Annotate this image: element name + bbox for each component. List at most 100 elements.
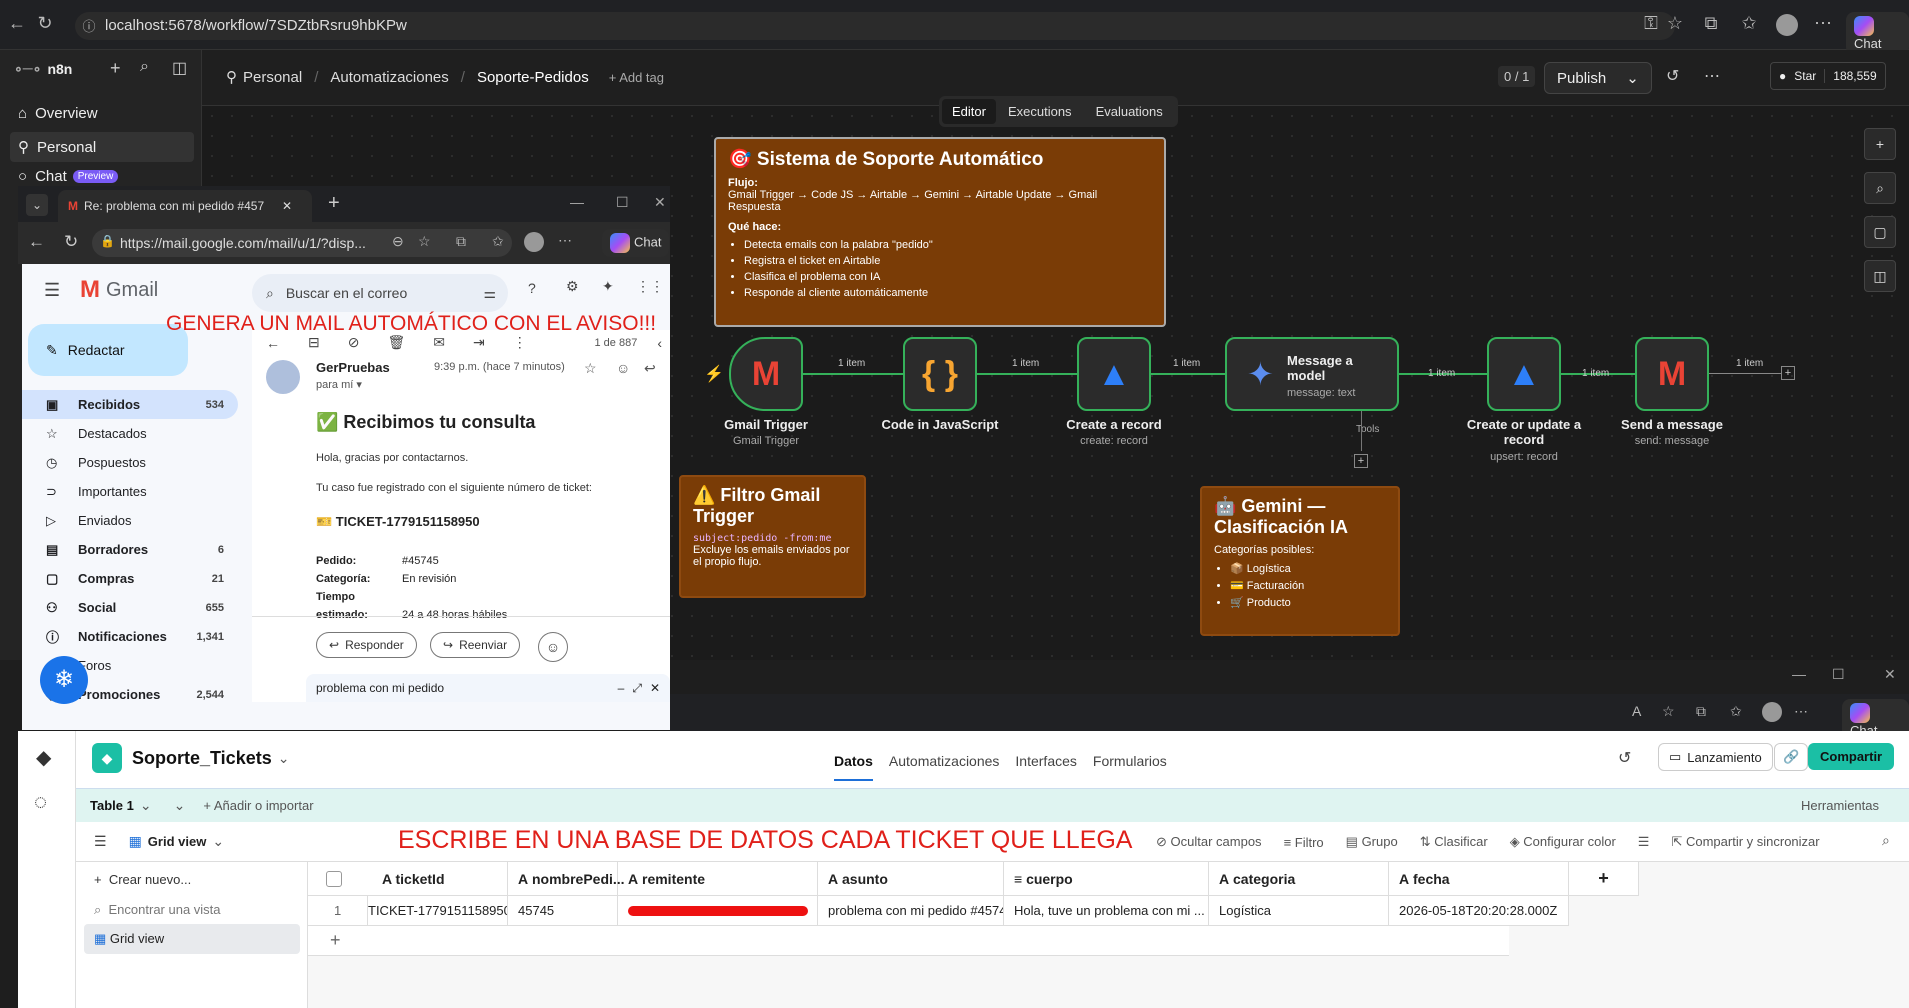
chevron-left-icon[interactable]: ‹ (657, 335, 662, 351)
reply-icon[interactable]: ↩ (644, 360, 656, 377)
draft-window[interactable]: problema con mi pedido ‒ ⤢ ✕ (306, 674, 670, 702)
folder-purchases[interactable]: ▢ Compras 21 (22, 564, 238, 593)
share-sync-button[interactable]: ⇱ Compartir y sincronizar (1671, 834, 1819, 850)
history-icon[interactable]: ↺ (1666, 66, 1679, 86)
tab-interfaces[interactable]: Interfaces (1015, 753, 1076, 781)
favorites-icon[interactable]: ✩ (1738, 13, 1760, 34)
redacted-cell[interactable] (618, 895, 818, 926)
airtable-home-icon[interactable]: ◆ (36, 745, 51, 770)
gemini-icon[interactable]: ✦ (602, 278, 614, 295)
add-icon[interactable]: + (110, 58, 121, 79)
reply-button[interactable]: ↩ Responder (316, 632, 417, 658)
column-header[interactable]: A categoria (1209, 861, 1389, 896)
search-icon[interactable]: ⌕ (1882, 832, 1890, 849)
add-tool-icon[interactable]: + (1354, 454, 1368, 468)
window-min-icon[interactable]: — (570, 194, 584, 210)
tools-menu[interactable]: Herramientas (1801, 798, 1879, 813)
create-new-button[interactable]: + Crear nuevo... (94, 872, 191, 887)
window-max-icon[interactable]: ☐ (616, 194, 629, 211)
close-icon[interactable]: ✕ (282, 199, 292, 213)
folder-sent[interactable]: ▷ Enviados (22, 506, 238, 535)
avatar[interactable] (1776, 14, 1798, 36)
extensions-icon[interactable]: ⧉ (456, 233, 466, 250)
launch-button[interactable]: ▭ Lanzamiento (1658, 743, 1773, 771)
chevron-down-icon[interactable]: ⌄ (212, 833, 224, 850)
address-bar[interactable]: localhost:5678/workflow/7SDZtbRsru9hbKPw (75, 12, 1675, 40)
add-node-icon[interactable]: + (1781, 366, 1795, 380)
forward-button[interactable]: ↪ Reenviar (430, 632, 521, 658)
star-icon[interactable]: ☆ (1662, 703, 1675, 720)
link-icon[interactable]: 🔗 (1774, 743, 1809, 771)
breadcrumb-personal[interactable]: Personal (243, 69, 302, 86)
tab-automatizaciones[interactable]: Automatizaciones (889, 753, 1000, 781)
node-gmail-trigger[interactable]: M (729, 337, 803, 411)
column-header[interactable]: A asunto (818, 861, 1004, 896)
node-code[interactable]: { } (903, 337, 977, 411)
add-node-icon[interactable]: + (1864, 128, 1896, 160)
tab-evaluations[interactable]: Evaluations (1084, 99, 1175, 124)
add-row[interactable]: + (308, 926, 1509, 956)
publish-button[interactable]: Publish ⌄ (1544, 62, 1652, 94)
star-icon[interactable]: ☆ (1664, 13, 1686, 34)
emoji-icon[interactable]: ☺ (616, 360, 630, 376)
back-icon[interactable]: ← (28, 232, 45, 252)
avatar[interactable] (524, 232, 544, 252)
gmail-logo[interactable]: M Gmail (80, 276, 158, 304)
filter-options-icon[interactable]: ⚌ (483, 285, 496, 302)
tab-editor[interactable]: Editor (942, 99, 996, 124)
color-button[interactable]: ◈ Configurar color (1510, 834, 1616, 850)
search-icon[interactable]: ⌕ (140, 58, 149, 76)
tab-list-icon[interactable]: ⌄ (26, 194, 48, 216)
add-field-icon[interactable]: + (1569, 861, 1639, 896)
more-icon[interactable]: ⋯ (1704, 66, 1720, 86)
hide-fields-button[interactable]: ⊘ Ocultar campos (1156, 834, 1262, 850)
gmail-search-input[interactable]: ⌕ Buscar en el correo ⚌ (252, 274, 508, 312)
back-icon[interactable]: ← (6, 13, 28, 34)
window-close-icon[interactable]: ✕ (654, 194, 666, 211)
find-view-input[interactable]: ⌕ Encontrar una vista (94, 902, 221, 918)
panel-icon[interactable]: ◫ (1864, 260, 1896, 292)
more-icon[interactable]: ⋯ (1794, 703, 1808, 720)
gmail-tab[interactable]: M Re: problema con mi pedido #457 ✕ (58, 190, 312, 222)
key-icon[interactable]: ⚿ (1640, 13, 1662, 34)
folder-starred[interactable]: ☆ Destacados (22, 419, 238, 448)
back-arrow-icon[interactable]: ← (266, 335, 280, 351)
add-import-button[interactable]: + Añadir o importar (203, 798, 313, 813)
column-header[interactable]: A ticketId (382, 871, 445, 887)
info-icon[interactable]: ⓘ (78, 16, 100, 35)
sticky-note-gemini[interactable]: 🤖 Gemini — Clasificación IA Categorías p… (1200, 486, 1400, 636)
favorites-icon[interactable]: ✩ (1730, 703, 1742, 720)
n8n-logo[interactable]: ∘─∘ n8n (14, 60, 72, 77)
read-aloud-icon[interactable]: A (1632, 703, 1641, 719)
folder-social[interactable]: ⚇ Social 655 (22, 593, 238, 622)
copilot-chat-button[interactable]: Chat (602, 229, 670, 257)
column-header[interactable]: A remitente (618, 861, 818, 896)
more-vert-icon[interactable]: ⋮ (513, 334, 527, 351)
node-create-record[interactable]: ▲ (1077, 337, 1151, 411)
archive-icon[interactable]: ⊟ (308, 334, 320, 351)
folder-important[interactable]: ⊃ Importantes (22, 477, 238, 506)
star-icon[interactable]: ☆ (418, 233, 431, 250)
view-item-grid[interactable]: ▦ Grid view (84, 924, 300, 954)
mark-unread-icon[interactable]: ✉ (433, 334, 445, 351)
compose-button[interactable]: ✎ Redactar (28, 324, 188, 376)
window-min-icon[interactable]: — (1792, 666, 1806, 682)
expand-icon[interactable]: ⤢ (632, 681, 642, 696)
tab-executions[interactable]: Executions (996, 99, 1084, 124)
apps-icon[interactable]: ⋮⋮ (636, 278, 664, 295)
emoji-react-icon[interactable]: ☺ (538, 632, 568, 662)
floating-action-icon[interactable]: ❄ (40, 656, 88, 704)
folder-inbox[interactable]: ▣ Recibidos 534 (22, 390, 238, 419)
note-icon[interactable]: ▢ (1864, 216, 1896, 248)
more-icon[interactable]: ⋯ (558, 232, 572, 249)
help-icon[interactable]: ? (528, 280, 536, 296)
new-tab-icon[interactable]: + (328, 192, 340, 215)
move-icon[interactable]: ⇥ (473, 334, 485, 351)
nav-overview[interactable]: ⌂ Overview (10, 98, 194, 128)
row-height-icon[interactable]: ☰ (1638, 834, 1650, 850)
node-send-message[interactable]: M (1635, 337, 1709, 411)
sticky-note-filter[interactable]: ⚠️ Filtro Gmail Trigger subject:pedido -… (679, 475, 866, 598)
add-tag-link[interactable]: + Add tag (609, 70, 664, 85)
menu-icon[interactable]: ☰ (44, 280, 60, 301)
gmail-address-bar[interactable]: https://mail.google.com/mail/u/1/?disp..… (92, 229, 512, 257)
